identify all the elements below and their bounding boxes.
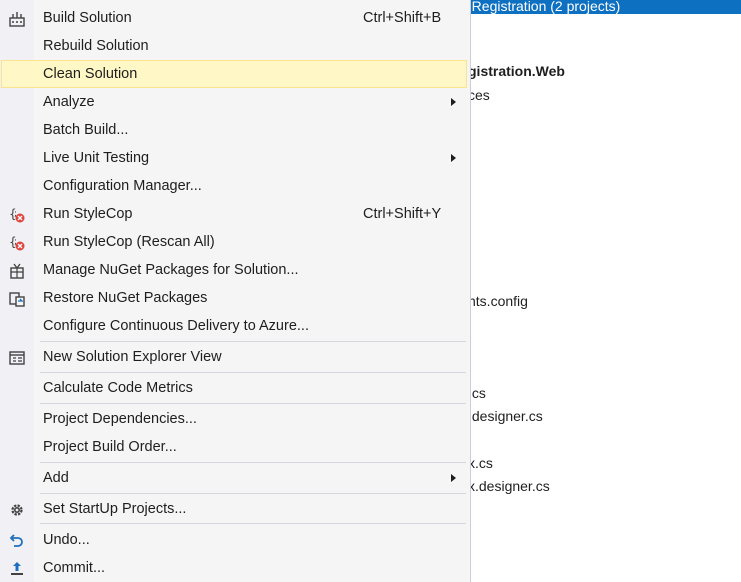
menu-item-label: Undo... bbox=[43, 532, 90, 548]
menu-item-continuous-delivery[interactable]: Configure Continuous Delivery to Azure..… bbox=[1, 312, 467, 340]
stylecop-icon: {; bbox=[8, 206, 26, 224]
menu-item-project-build-order[interactable]: Project Build Order... bbox=[1, 433, 467, 461]
menu-item-rebuild-solution[interactable]: Rebuild Solution bbox=[1, 32, 467, 60]
menu-item-project-dependencies[interactable]: Project Dependencies... bbox=[1, 405, 467, 433]
menu-item-label: Run StyleCop (Rescan All) bbox=[43, 234, 215, 250]
menu-item-label: Manage NuGet Packages for Solution... bbox=[43, 262, 299, 278]
menu-separator bbox=[40, 523, 466, 524]
menu-item-clean-solution[interactable]: Clean Solution bbox=[1, 60, 467, 88]
menu-item-set-startup-projects[interactable]: Set StartUp Projects... bbox=[1, 495, 467, 523]
gear-icon bbox=[8, 501, 26, 519]
tree-item[interactable]: .designer.cs bbox=[468, 408, 543, 424]
menu-item-label: Analyze bbox=[43, 94, 95, 110]
project-node[interactable]: gistration.Web bbox=[468, 63, 565, 79]
submenu-arrow-icon bbox=[451, 474, 456, 482]
undo-icon bbox=[8, 532, 26, 550]
menu-item-label: Add bbox=[43, 470, 69, 486]
menu-item-label: Live Unit Testing bbox=[43, 150, 150, 166]
tree-item[interactable]: hts.config bbox=[468, 293, 528, 309]
menu-item-label: Configuration Manager... bbox=[43, 178, 202, 194]
menu-item-run-stylecop[interactable]: {; Run StyleCop Ctrl+Shift+Y bbox=[1, 200, 467, 228]
menu-item-label: Calculate Code Metrics bbox=[43, 380, 193, 396]
solution-node[interactable]: o.Registration (2 projects) bbox=[460, 0, 741, 14]
shortcut-label: Ctrl+Shift+Y bbox=[363, 206, 442, 222]
stylecop-icon: {; bbox=[8, 234, 26, 252]
menu-item-add[interactable]: Add bbox=[1, 464, 467, 492]
menu-item-label: Commit... bbox=[43, 560, 106, 576]
shortcut-label: Ctrl+Shift+B bbox=[363, 10, 442, 26]
menu-item-commit[interactable]: Commit... bbox=[1, 554, 467, 582]
tree-item[interactable]: x.cs bbox=[468, 455, 493, 471]
commit-icon bbox=[8, 560, 26, 578]
menu-item-label: Set StartUp Projects... bbox=[43, 501, 187, 517]
menu-item-analyze[interactable]: Analyze bbox=[1, 88, 467, 116]
menu-separator bbox=[40, 493, 466, 494]
menu-item-label: Restore NuGet Packages bbox=[43, 290, 208, 306]
menu-item-configuration-manager[interactable]: Configuration Manager... bbox=[1, 172, 467, 200]
menu-item-label: Batch Build... bbox=[43, 122, 129, 138]
build-icon bbox=[8, 10, 26, 28]
menu-item-label: Project Dependencies... bbox=[43, 411, 197, 427]
menu-item-manage-nuget[interactable]: Manage NuGet Packages for Solution... bbox=[1, 256, 467, 284]
tree-item[interactable]: x.designer.cs bbox=[468, 478, 550, 494]
menu-separator bbox=[40, 403, 466, 404]
menu-item-label: Project Build Order... bbox=[43, 439, 177, 455]
menu-item-label: New Solution Explorer View bbox=[43, 349, 222, 365]
menu-item-label: Clean Solution bbox=[43, 66, 138, 82]
tree-item[interactable]: ces bbox=[468, 87, 490, 103]
menu-item-restore-nuget[interactable]: Restore NuGet Packages bbox=[1, 284, 467, 312]
menu-item-code-metrics[interactable]: Calculate Code Metrics bbox=[1, 374, 467, 402]
menu-separator bbox=[40, 341, 466, 342]
menu-separator bbox=[40, 372, 466, 373]
menu-item-batch-build[interactable]: Batch Build... bbox=[1, 116, 467, 144]
menu-item-label: Configure Continuous Delivery to Azure..… bbox=[43, 318, 309, 334]
submenu-arrow-icon bbox=[451, 98, 456, 106]
menu-item-label: Run StyleCop bbox=[43, 206, 133, 222]
menu-item-label: Rebuild Solution bbox=[43, 38, 149, 54]
menu-item-run-stylecop-rescan[interactable]: {; Run StyleCop (Rescan All) bbox=[1, 228, 467, 256]
menu-item-build-solution[interactable]: Build Solution Ctrl+Shift+B bbox=[1, 4, 467, 32]
context-menu: Build Solution Ctrl+Shift+B Rebuild Solu… bbox=[0, 0, 471, 582]
nuget-icon bbox=[8, 262, 26, 280]
explorer-view-icon bbox=[8, 349, 26, 367]
menu-separator bbox=[40, 462, 466, 463]
submenu-arrow-icon bbox=[451, 154, 456, 162]
restore-icon bbox=[8, 290, 26, 308]
menu-item-undo[interactable]: Undo... bbox=[1, 526, 467, 554]
menu-item-new-explorer-view[interactable]: New Solution Explorer View bbox=[1, 343, 467, 371]
menu-item-live-unit-testing[interactable]: Live Unit Testing bbox=[1, 144, 467, 172]
menu-item-label: Build Solution bbox=[43, 10, 132, 26]
